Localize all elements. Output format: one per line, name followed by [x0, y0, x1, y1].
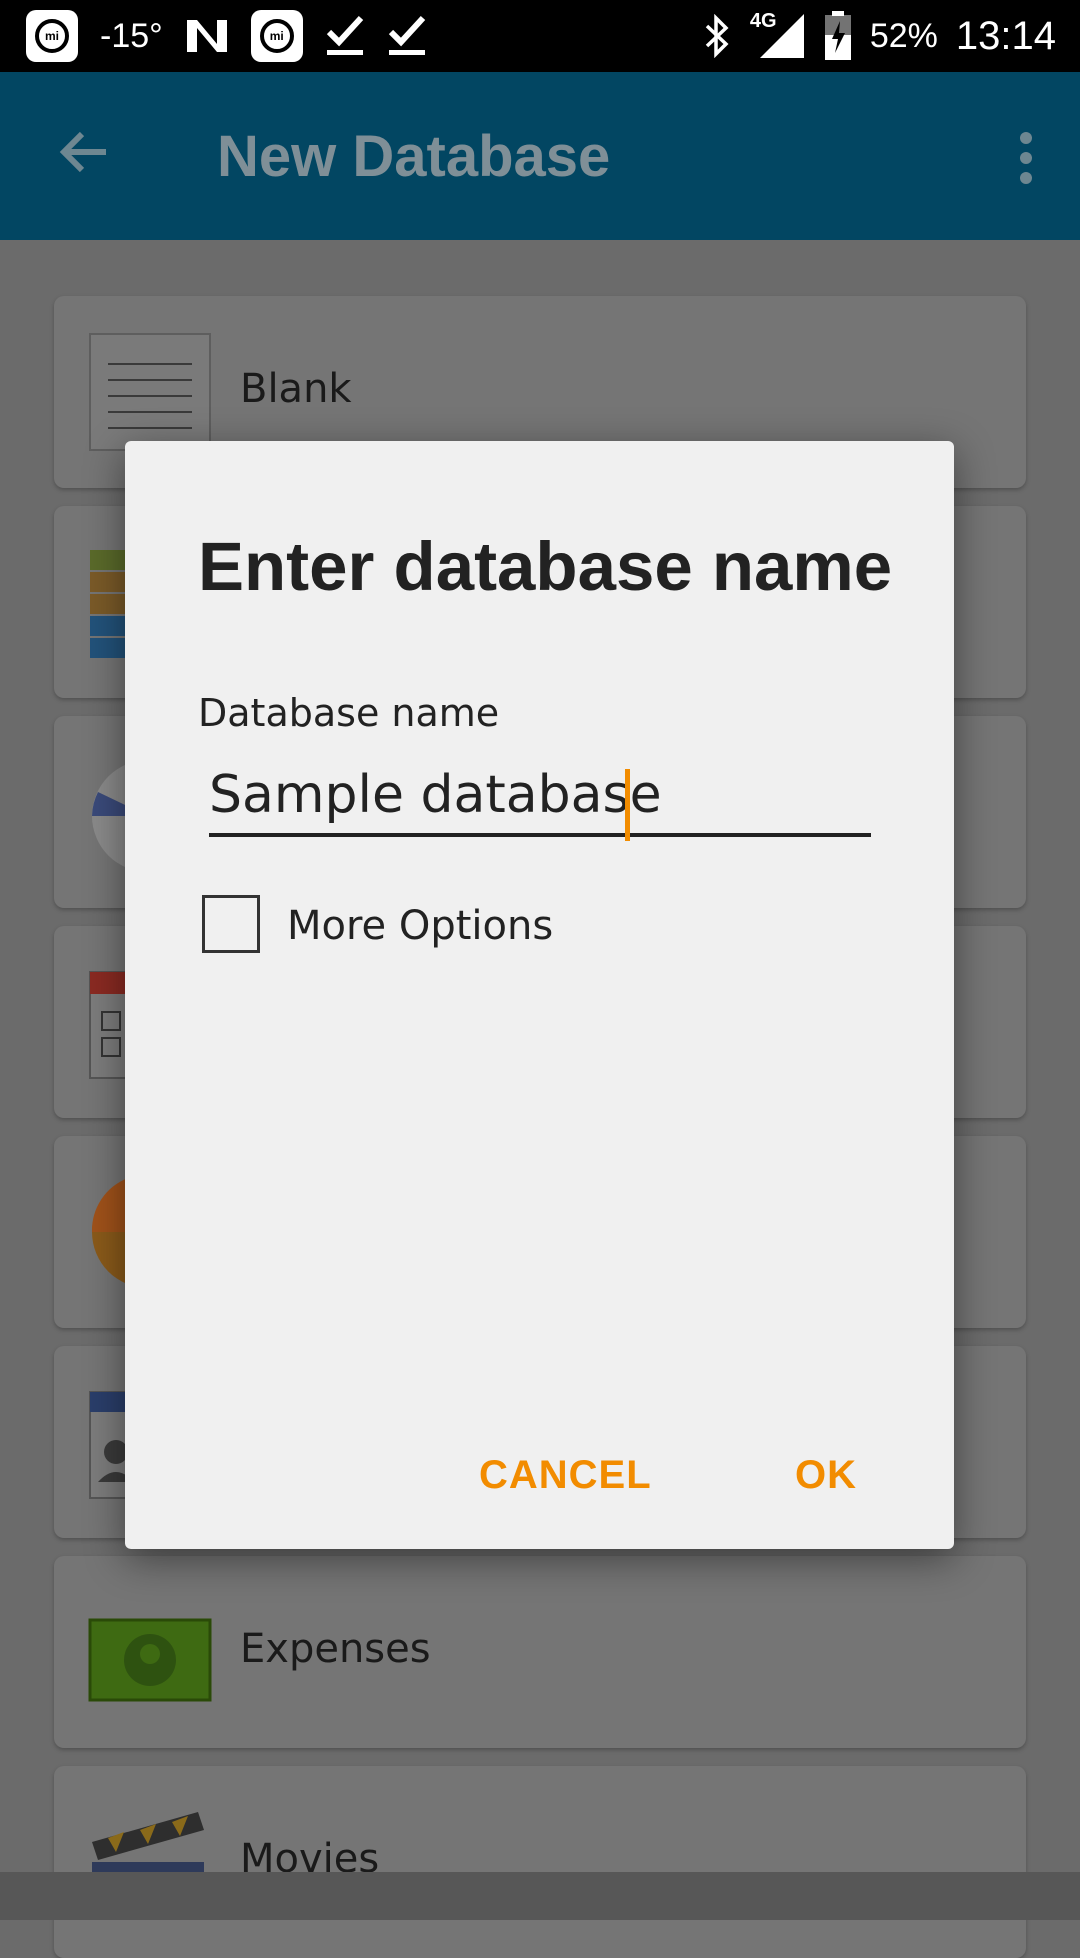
arrow-back-icon[interactable]	[56, 124, 112, 180]
more-options-checkbox[interactable]	[202, 895, 260, 953]
clock: 13:14	[955, 13, 1056, 58]
more-options-label[interactable]: More Options	[287, 903, 553, 949]
status-bar: mi -15° mi 4G 52% 13:14	[0, 0, 1080, 72]
check-icon	[326, 15, 363, 55]
signal-icon: 4G	[750, 10, 806, 60]
template-card-movies[interactable]: Movies	[54, 1766, 1026, 1958]
template-label: Blank	[240, 366, 352, 412]
more-vert-icon[interactable]	[1018, 132, 1034, 184]
template-label: Expenses	[240, 1626, 431, 1672]
document-lines-icon	[89, 333, 211, 451]
ok-button[interactable]: OK	[795, 1453, 857, 1498]
text-caret	[625, 769, 630, 841]
database-name-dialog: Enter database name Database name More O…	[125, 441, 954, 1549]
battery-charging-icon	[824, 11, 851, 60]
dialog-title: Enter database name	[198, 528, 893, 605]
app-title: New Database	[217, 124, 611, 189]
database-name-input[interactable]	[209, 757, 871, 837]
n-icon	[186, 20, 227, 52]
money-icon	[88, 1618, 212, 1702]
template-card-expenses[interactable]: Expenses	[54, 1556, 1026, 1748]
bluetooth-icon	[705, 14, 729, 58]
navigation-bar	[0, 1872, 1080, 1920]
mi-icon: mi	[250, 10, 303, 62]
check-icon	[388, 15, 425, 55]
battery-percent: 52%	[869, 16, 938, 55]
app-bar: New Database	[0, 72, 1080, 240]
field-label: Database name	[198, 691, 500, 735]
mi-icon: mi	[26, 10, 78, 62]
cancel-button[interactable]: CANCEL	[479, 1453, 652, 1498]
temperature: -15°	[100, 16, 163, 55]
